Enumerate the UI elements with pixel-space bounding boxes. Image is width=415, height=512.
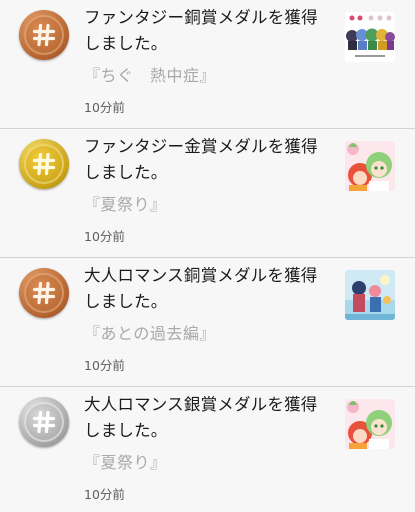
notification-title: 大人ロマンス銀賞メダルを獲得しました。 <box>84 395 318 440</box>
timestamp: 10分前 <box>84 487 125 502</box>
notification-item[interactable]: ファンタジー金賞メダルを獲得しました。 『夏祭り』 10分前 <box>0 129 415 258</box>
notification-list: ファンタジー銅賞メダルを獲得しました。 『ちぐ 熱中症』 10分前 ファンタジー… <box>0 0 415 512</box>
bronze-medal-icon <box>19 268 69 318</box>
gold-medal-icon <box>19 139 69 189</box>
bronze-medal-icon <box>19 10 69 60</box>
work-title[interactable]: 『夏祭り』 <box>84 449 167 473</box>
manga-scene-thumbnail-icon[interactable] <box>345 270 395 320</box>
work-title[interactable]: 『夏祭り』 <box>84 191 167 215</box>
notification-item[interactable]: ファンタジー銅賞メダルを獲得しました。 『ちぐ 熱中症』 10分前 <box>0 0 415 129</box>
timestamp: 10分前 <box>84 358 125 373</box>
manga-group-thumbnail-icon[interactable] <box>345 12 395 62</box>
timestamp: 10分前 <box>84 100 125 115</box>
manga-characters-thumbnail-icon[interactable] <box>345 399 395 449</box>
notification-title: ファンタジー銅賞メダルを獲得しました。 <box>84 8 318 53</box>
timestamp: 10分前 <box>84 229 125 244</box>
work-title[interactable]: 『あとの過去編』 <box>84 320 216 344</box>
work-title[interactable]: 『ちぐ 熱中症』 <box>84 62 216 86</box>
manga-characters-thumbnail-icon[interactable] <box>345 141 395 191</box>
notification-title: ファンタジー金賞メダルを獲得しました。 <box>84 137 318 182</box>
silver-medal-icon <box>19 397 69 447</box>
notification-title: 大人ロマンス銅賞メダルを獲得しました。 <box>84 266 318 311</box>
notification-item[interactable]: 大人ロマンス銅賞メダルを獲得しました。 『あとの過去編』 10分前 <box>0 258 415 387</box>
notification-item[interactable]: 大人ロマンス銀賞メダルを獲得しました。 『夏祭り』 10分前 <box>0 387 415 512</box>
